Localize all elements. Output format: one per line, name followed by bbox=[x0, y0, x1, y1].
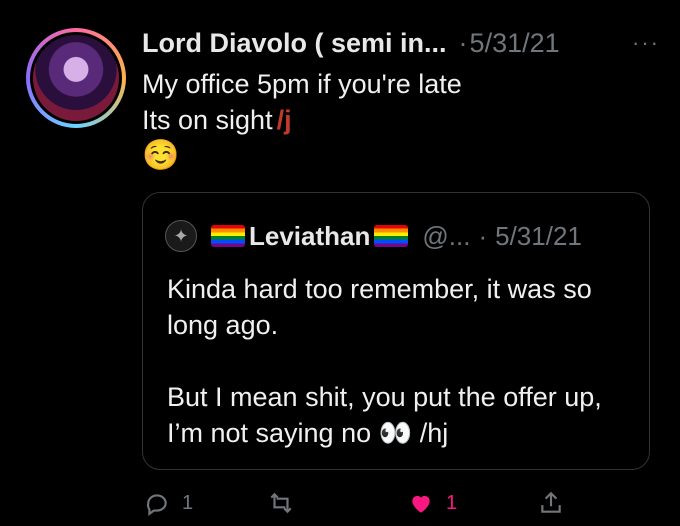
separator-dot: · bbox=[458, 27, 468, 58]
like-count: 1 bbox=[446, 491, 458, 514]
quoted-tweet-date: 5/31/21 bbox=[495, 220, 582, 251]
author-avatar[interactable] bbox=[26, 28, 126, 128]
quoted-author-name: Leviathan bbox=[249, 220, 371, 251]
quoted-tweet[interactable]: ✦ Leviathan @... · 5/31/21 Kinda hard to… bbox=[142, 192, 650, 470]
rainbow-flag-icon bbox=[374, 225, 409, 247]
rainbow-flag-icon bbox=[211, 225, 245, 247]
quoted-tweet-text: Kinda hard too remember, it was so long … bbox=[167, 271, 627, 451]
reply-count: 1 bbox=[182, 491, 194, 514]
reply-button[interactable]: 1 bbox=[144, 490, 193, 516]
heart-icon bbox=[412, 495, 430, 513]
quoted-author-avatar: ✦ bbox=[165, 220, 197, 252]
scribbled-tone-tag: /j bbox=[276, 105, 292, 135]
tweet-text: My office 5pm if you're late Its on sigh… bbox=[142, 66, 642, 174]
separator-dot: · bbox=[478, 220, 488, 251]
quoted-author-handle: @... bbox=[422, 220, 471, 251]
tweet-line-1: My office 5pm if you're late bbox=[142, 69, 462, 99]
quoted-paragraph-1: Kinda hard too remember, it was so long … bbox=[167, 274, 592, 340]
quoted-tweet-header: ✦ Leviathan @... · 5/31/21 bbox=[165, 220, 629, 252]
smiling-emoji: ☺️ bbox=[142, 139, 180, 172]
action-bar: 1 1 bbox=[142, 488, 582, 518]
quoted-paragraph-2: But I mean shit, you put the offer up, I… bbox=[167, 382, 602, 448]
tweet-header: Lord Diavolo ( semi in... · 5/31/21 ··· bbox=[142, 26, 660, 60]
share-icon bbox=[541, 491, 561, 513]
avatar-image bbox=[30, 32, 122, 124]
reply-icon bbox=[146, 494, 167, 516]
more-options-icon[interactable]: ··· bbox=[632, 30, 660, 56]
like-button[interactable]: 1 bbox=[408, 490, 457, 516]
tweet-line-2: Its on sight/j bbox=[142, 102, 642, 138]
retweet-button[interactable] bbox=[268, 490, 294, 516]
author-name[interactable]: Lord Diavolo ( semi in... bbox=[142, 28, 447, 59]
tweet-date[interactable]: 5/31/21 bbox=[470, 28, 560, 59]
tweet-line-2-text: Its on sight bbox=[142, 105, 273, 135]
share-button[interactable] bbox=[538, 490, 564, 516]
retweet-icon bbox=[270, 492, 292, 514]
